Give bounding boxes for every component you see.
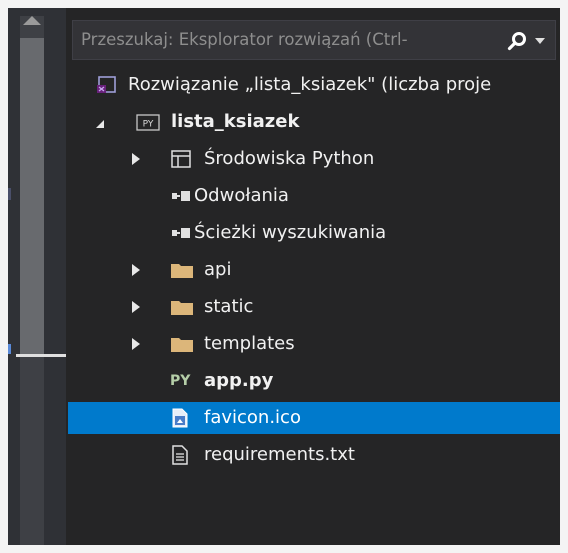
text-file-icon bbox=[172, 445, 188, 465]
tree-item-file-favicon-selected[interactable]: favicon.ico bbox=[68, 402, 560, 434]
tree-item-label: Odwołania bbox=[194, 185, 289, 206]
tree-item-label: api bbox=[204, 259, 232, 280]
collapsed-arrow-icon[interactable] bbox=[132, 338, 140, 350]
tree-item-folder-api[interactable]: api bbox=[68, 254, 560, 286]
tree-item-label: favicon.ico bbox=[204, 407, 301, 428]
collapsed-arrow-icon[interactable] bbox=[132, 153, 140, 165]
search-box[interactable]: Przeszukaj: Eksplorator rozwiązań (Ctrl- bbox=[72, 20, 556, 60]
tree-item-label: static bbox=[204, 296, 254, 317]
expanded-arrow-icon[interactable] bbox=[96, 120, 104, 128]
python-project-icon: PY bbox=[136, 114, 160, 131]
scrollbar-thumb[interactable] bbox=[20, 38, 44, 354]
search-input[interactable]: Przeszukaj: Eksplorator rozwiązań (Ctrl- bbox=[81, 21, 408, 59]
scroll-position-marker bbox=[16, 354, 66, 357]
gutter-indicator bbox=[8, 344, 11, 354]
search-icon[interactable] bbox=[507, 31, 527, 51]
folder-icon bbox=[171, 264, 193, 278]
search-paths-icon bbox=[172, 228, 190, 238]
image-file-icon bbox=[172, 408, 188, 428]
gutter-indicator bbox=[8, 188, 11, 200]
tree-item-label: Środowiska Python bbox=[204, 148, 375, 169]
tree-item-project[interactable]: PY lista_ksiazek bbox=[68, 106, 560, 138]
tree-item-label: Rozwiązanie „lista_ksiazek" (liczba proj… bbox=[128, 74, 492, 95]
folder-icon bbox=[171, 338, 193, 352]
tree-item-label: app.py bbox=[204, 370, 274, 391]
scroll-up-arrow-icon[interactable] bbox=[23, 16, 41, 25]
references-icon bbox=[172, 191, 190, 201]
tree-item-search-paths[interactable]: Ścieżki wyszukiwania bbox=[68, 217, 560, 249]
collapsed-arrow-icon[interactable] bbox=[132, 264, 140, 276]
solution-explorer-panel: Przeszukaj: Eksplorator rozwiązań (Ctrl-… bbox=[68, 8, 560, 545]
tree-item-solution[interactable]: Rozwiązanie „lista_ksiazek" (liczba proj… bbox=[68, 69, 560, 101]
tree-item-references[interactable]: Odwołania bbox=[68, 180, 560, 212]
window-icon bbox=[171, 150, 191, 168]
solution-explorer-frame: Przeszukaj: Eksplorator rozwiązań (Ctrl-… bbox=[8, 8, 560, 545]
tree-item-label: Ścieżki wyszukiwania bbox=[194, 222, 387, 243]
tree-item-file-requirements[interactable]: requirements.txt bbox=[68, 439, 560, 471]
solution-icon bbox=[97, 76, 116, 93]
tree-item-label: templates bbox=[204, 333, 295, 354]
tree-item-python-environments[interactable]: Środowiska Python bbox=[68, 143, 560, 175]
tree-item-folder-static[interactable]: static bbox=[68, 291, 560, 323]
folder-icon bbox=[171, 301, 193, 315]
search-options-dropdown-icon[interactable] bbox=[535, 38, 545, 44]
collapsed-arrow-icon[interactable] bbox=[132, 301, 140, 313]
tree-item-label: requirements.txt bbox=[204, 444, 355, 465]
tree-item-label: lista_ksiazek bbox=[171, 111, 300, 132]
tree-item-file-app-py[interactable]: PY app.py bbox=[68, 365, 560, 397]
tree-item-folder-templates[interactable]: templates bbox=[68, 328, 560, 360]
svg-text:PY: PY bbox=[143, 120, 154, 130]
python-file-icon: PY bbox=[170, 373, 191, 389]
left-gutter bbox=[8, 8, 66, 545]
